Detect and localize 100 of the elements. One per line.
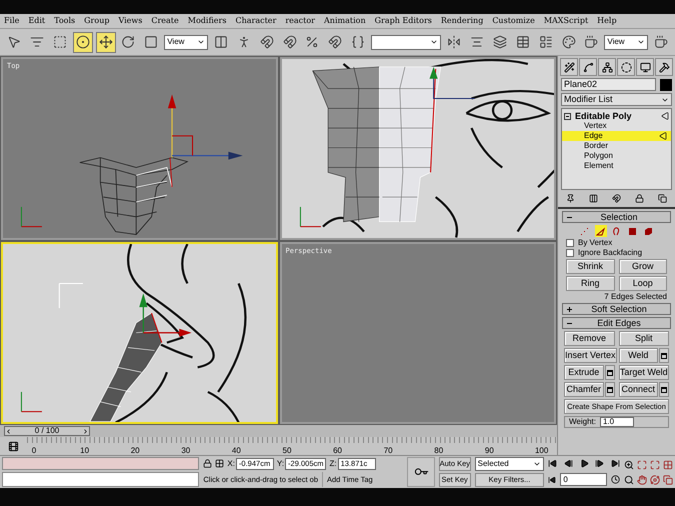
track-bar-tick-label: 70 — [383, 447, 394, 455]
wand-icon — [564, 62, 574, 72]
checkbox[interactable] — [566, 239, 574, 247]
time-slider-thumb[interactable]: 0 / 100 — [4, 426, 90, 436]
maximize-icon[interactable] — [650, 460, 660, 470]
clock-icon[interactable] — [611, 475, 620, 484]
menu-item[interactable]: Graph Editors — [374, 17, 432, 25]
panel-button[interactable]: Grow — [618, 259, 667, 274]
search-icon[interactable] — [624, 474, 634, 484]
menu-item[interactable]: Views — [118, 17, 142, 25]
panel-button[interactable]: Insert Vertex — [564, 348, 617, 363]
dropdown-field[interactable]: View — [604, 34, 648, 50]
panel-button[interactable]: Ring — [566, 276, 614, 291]
track-bar-tick-label: 20 — [130, 447, 140, 455]
settings-button[interactable] — [659, 382, 669, 397]
sub-object-level-button[interactable] — [642, 225, 654, 237]
panel-button[interactable]: Chamfer — [564, 382, 604, 397]
panel-button[interactable]: Split — [618, 331, 669, 346]
step-forward-icon[interactable] — [595, 459, 604, 468]
step-back-icon[interactable] — [564, 459, 574, 468]
panel-button[interactable]: Extrude — [564, 365, 604, 380]
menu-item[interactable]: File — [4, 17, 20, 25]
track-bar-tick-label: 40 — [231, 447, 242, 455]
copy-icon[interactable] — [658, 194, 667, 203]
menu-item[interactable]: Group — [84, 17, 110, 25]
menu-item[interactable]: Rendering — [440, 17, 484, 25]
panel-tab[interactable] — [636, 58, 654, 76]
checkbox-label: By Vertex — [578, 239, 612, 247]
menu-item[interactable]: reactor — [285, 17, 316, 25]
listener-field[interactable] — [2, 472, 200, 487]
panel-button[interactable]: Target Weld — [618, 365, 669, 380]
toolbar-button[interactable] — [96, 32, 116, 52]
hammer-icon — [658, 62, 670, 72]
pin-icon[interactable] — [566, 194, 575, 203]
sub-object-level-button[interactable] — [626, 225, 638, 237]
toolbar-button[interactable] — [72, 32, 93, 52]
settings-button[interactable] — [604, 382, 614, 397]
magnet-icon[interactable] — [612, 194, 621, 203]
menu-item[interactable]: MAXScript — [544, 17, 588, 25]
key-mode-dropdown[interactable]: Selected — [474, 457, 544, 471]
checkbox[interactable] — [566, 249, 574, 257]
frame-field[interactable]: 0 — [560, 473, 608, 486]
panel-tab[interactable] — [655, 58, 673, 76]
menu-item[interactable]: Animation — [324, 17, 366, 25]
sub-object-item[interactable]: Polygon — [562, 151, 671, 161]
panel-button[interactable]: Weld — [618, 348, 658, 363]
modifier-list-dropdown[interactable]: Modifier List — [561, 93, 672, 106]
menu-item[interactable]: Modifiers — [188, 17, 226, 25]
menu-item[interactable]: Customize — [492, 17, 535, 25]
panel-button[interactable]: Loop — [618, 276, 667, 291]
lock-icon[interactable] — [635, 194, 644, 203]
cup-icon — [654, 35, 668, 49]
sub-object-item[interactable]: Border — [562, 141, 671, 151]
stack-item[interactable]: Editable Poly — [575, 111, 632, 121]
skip-forward-icon[interactable] — [611, 459, 620, 468]
sub-object-item[interactable]: Element — [562, 161, 671, 171]
lock-icon[interactable] — [203, 459, 212, 468]
skip-back-icon[interactable] — [548, 459, 558, 468]
sub-object-item[interactable]: Edge — [562, 131, 671, 141]
skip-back-icon[interactable] — [548, 476, 556, 484]
listener-field[interactable] — [2, 457, 200, 470]
caret-icon — [430, 38, 438, 46]
maximize-icon[interactable] — [637, 460, 648, 470]
panel-tab[interactable] — [598, 58, 616, 76]
hand-icon[interactable] — [637, 474, 648, 484]
panel-tab[interactable] — [579, 58, 597, 76]
panel-button[interactable]: Remove — [564, 331, 614, 346]
rollout-header[interactable]: Edit Edges — [562, 317, 671, 329]
menu-item[interactable]: Create — [151, 17, 179, 25]
weight-field[interactable]: 1.0 — [600, 417, 634, 427]
orbit-icon[interactable] — [650, 474, 660, 484]
settings-button[interactable] — [604, 365, 614, 380]
rollout-header[interactable]: Soft Selection — [562, 303, 671, 315]
play-icon[interactable] — [580, 459, 589, 468]
sub-object-item[interactable]: Vertex — [562, 121, 671, 131]
color-swatch[interactable] — [660, 78, 672, 90]
sub-object-level-button[interactable] — [594, 225, 606, 237]
dropdown-field[interactable] — [371, 34, 442, 50]
object-name-field[interactable]: Plane02 — [561, 78, 656, 91]
menu-item[interactable]: Character — [235, 17, 276, 25]
rollout-header[interactable]: Selection — [562, 211, 671, 223]
settings-button[interactable] — [659, 348, 669, 363]
panel-button[interactable]: Connect — [618, 382, 658, 397]
caret-icon — [533, 460, 542, 468]
panel-tab[interactable] — [617, 58, 635, 76]
panel-tab[interactable] — [560, 58, 578, 76]
menu-item[interactable]: Tools — [54, 17, 76, 25]
collapse-icon[interactable] — [564, 112, 571, 120]
zoom-icon[interactable] — [624, 460, 634, 470]
grid-icon[interactable] — [663, 460, 674, 470]
menu-item[interactable]: Edit — [28, 17, 46, 25]
columns-icon[interactable] — [589, 194, 598, 203]
triangle-icon — [596, 226, 605, 236]
key-button[interactable] — [406, 457, 435, 487]
window-icon — [606, 386, 612, 392]
menu-item[interactable]: Help — [597, 17, 617, 25]
track-bar[interactable]: 0 10 20 30 40 50 60 70 80 90 100 — [27, 437, 557, 455]
loop-icon — [612, 226, 621, 236]
panel-button[interactable]: Shrink — [566, 259, 614, 274]
dropdown-field[interactable]: View — [164, 34, 208, 50]
